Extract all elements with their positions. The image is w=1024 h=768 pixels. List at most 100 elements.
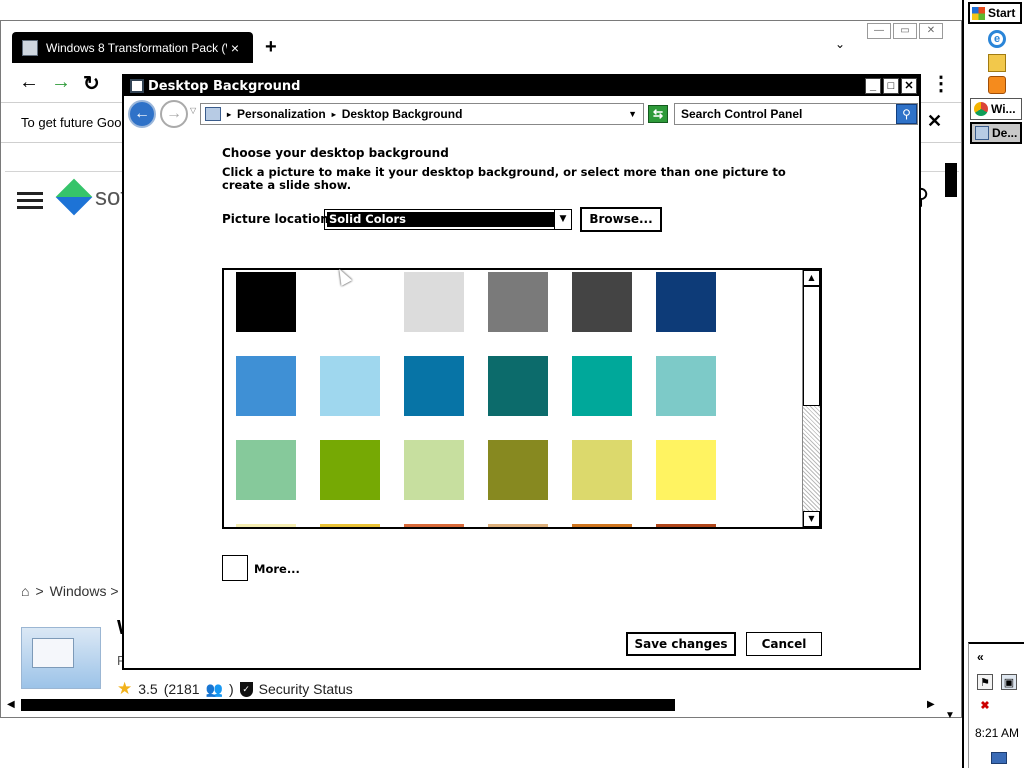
refresh-button[interactable]: ⇆: [648, 105, 668, 123]
picture-location-value[interactable]: Solid Colors: [327, 212, 554, 227]
breadcrumb-item-windows[interactable]: Windows >: [50, 583, 119, 599]
back-arrow-icon[interactable]: ←: [19, 71, 39, 94]
color-swatch[interactable]: [572, 524, 632, 527]
tab-favicon-icon: [22, 39, 38, 56]
chrome-icon: [974, 102, 988, 116]
color-swatch[interactable]: [236, 272, 296, 332]
windows-logo-icon: [972, 6, 985, 20]
dropdown-arrow-icon[interactable]: ▼: [554, 210, 571, 229]
media-player-icon[interactable]: [988, 76, 1006, 94]
scroll-right-arrow-icon[interactable]: ▶: [927, 699, 935, 710]
color-swatch[interactable]: [488, 524, 548, 527]
explorer-address-bar: ← → ▽ ▸ Personalization ▸ Desktop Backgr…: [126, 98, 918, 130]
browser-maximize-button[interactable]: ▭: [893, 23, 917, 39]
more-colors-link[interactable]: More...: [254, 562, 300, 576]
address-dropdown-icon[interactable]: ▼: [628, 109, 637, 119]
color-swatch[interactable]: [404, 272, 464, 332]
security-status[interactable]: Security Status: [259, 681, 353, 697]
tab-close-icon[interactable]: ×: [227, 40, 243, 56]
path-separator-icon[interactable]: ▸: [332, 110, 336, 119]
color-swatch[interactable]: [404, 356, 464, 416]
tab-title: Windows 8 Transformation Pack (W: [46, 40, 227, 55]
taskbar-item-chrome[interactable]: Wi...: [970, 98, 1022, 120]
control-panel-icon: [975, 126, 989, 140]
users-icon: 👥: [205, 680, 223, 697]
rating-row: ★ 3.5 (2181 👥 ) ✓ Security Status: [117, 679, 353, 699]
scroll-up-arrow-icon[interactable]: ▲: [803, 270, 820, 286]
color-swatch[interactable]: [656, 356, 716, 416]
color-swatch[interactable]: [404, 524, 464, 527]
app-thumbnail[interactable]: [21, 627, 101, 689]
dialog-title-bar[interactable]: Desktop Background _ □ ✕: [124, 76, 919, 96]
horizontal-scroll-thumb[interactable]: [21, 699, 675, 711]
search-icon[interactable]: ⚲: [896, 104, 917, 124]
back-button[interactable]: ←: [128, 100, 156, 128]
address-path[interactable]: ▸ Personalization ▸ Desktop Background ▼: [200, 103, 644, 125]
cancel-button[interactable]: Cancel: [746, 632, 822, 656]
search-input[interactable]: Search Control Panel: [674, 103, 918, 125]
color-swatch[interactable]: [656, 272, 716, 332]
picture-location-select[interactable]: Solid Colors ▼: [324, 209, 572, 230]
browse-button[interactable]: Browse...: [580, 207, 662, 232]
color-swatch[interactable]: [320, 356, 380, 416]
home-icon[interactable]: ⌂: [21, 583, 29, 599]
taskbar-item-desktop-background[interactable]: De...: [970, 122, 1022, 144]
info-bar-close-icon[interactable]: ✕: [927, 111, 942, 132]
color-swatch[interactable]: [488, 272, 548, 332]
color-swatch-list: ▲ ▼: [222, 268, 822, 529]
swatch-scrollbar[interactable]: ▲ ▼: [802, 270, 820, 527]
hamburger-menu-icon[interactable]: [17, 192, 43, 210]
browser-close-button[interactable]: ✕: [919, 23, 943, 39]
star-icon: ★: [117, 679, 133, 698]
recent-pages-chevron-icon[interactable]: ▽: [190, 106, 196, 115]
dialog-content: Choose your desktop background Click a p…: [124, 132, 919, 668]
dialog-close-button[interactable]: ✕: [901, 78, 917, 94]
show-desktop-icon[interactable]: [991, 752, 1007, 764]
folder-icon[interactable]: [988, 54, 1006, 72]
dialog-minimize-button[interactable]: _: [865, 78, 881, 94]
color-swatch[interactable]: [236, 440, 296, 500]
path-item-desktop-background[interactable]: Desktop Background: [342, 107, 463, 121]
color-swatch[interactable]: [572, 356, 632, 416]
forward-arrow-icon[interactable]: →: [51, 71, 71, 94]
path-separator-icon[interactable]: ▸: [227, 110, 231, 119]
color-swatch[interactable]: [656, 524, 716, 527]
color-swatch[interactable]: [236, 356, 296, 416]
clock[interactable]: 8:21 AM: [975, 726, 1019, 740]
network-icon[interactable]: ▣: [1001, 674, 1017, 690]
color-swatch[interactable]: [404, 440, 464, 500]
color-swatch[interactable]: [572, 440, 632, 500]
color-swatch[interactable]: [320, 440, 380, 500]
dialog-maximize-button[interactable]: □: [883, 78, 899, 94]
show-hidden-icons-button[interactable]: «: [977, 650, 984, 664]
path-item-personalization[interactable]: Personalization: [237, 107, 326, 121]
action-center-flag-icon[interactable]: ⚑: [977, 674, 993, 690]
breadcrumb-separator: >: [35, 583, 44, 599]
forward-button[interactable]: →: [160, 100, 188, 128]
start-button[interactable]: Start: [968, 2, 1022, 24]
site-logo[interactable]: [55, 178, 93, 216]
browser-minimize-button[interactable]: —: [867, 23, 891, 39]
browser-tab[interactable]: Windows 8 Transformation Pack (W ×: [12, 32, 253, 63]
more-colors-swatch[interactable]: [222, 555, 248, 581]
color-swatch[interactable]: [320, 524, 380, 527]
color-swatch[interactable]: [488, 356, 548, 416]
new-tab-button[interactable]: +: [265, 36, 277, 59]
color-swatch[interactable]: [572, 272, 632, 332]
page-scroll-thumb[interactable]: [945, 163, 957, 197]
tab-search-chevron-icon[interactable]: ⌄: [835, 37, 845, 51]
browser-menu-icon[interactable]: ⋮: [931, 71, 951, 96]
desktop-background-window: Desktop Background _ □ ✕ ← → ▽ ▸ Persona…: [122, 74, 921, 670]
swatch-scroll-thumb[interactable]: [803, 286, 820, 406]
internet-explorer-icon[interactable]: e: [988, 30, 1006, 48]
page-vertical-scrollbar[interactable]: ▼: [943, 163, 959, 721]
reload-icon[interactable]: ↻: [83, 71, 100, 96]
color-swatch[interactable]: [236, 524, 296, 527]
scroll-down-arrow-icon[interactable]: ▼: [803, 511, 820, 527]
color-swatch[interactable]: [656, 440, 716, 500]
volume-muted-icon[interactable]: ✖: [977, 698, 993, 714]
page-horizontal-scrollbar[interactable]: ◀ ▶: [5, 697, 959, 713]
color-swatch[interactable]: [488, 440, 548, 500]
save-changes-button[interactable]: Save changes: [626, 632, 736, 656]
scroll-left-arrow-icon[interactable]: ◀: [7, 699, 15, 710]
